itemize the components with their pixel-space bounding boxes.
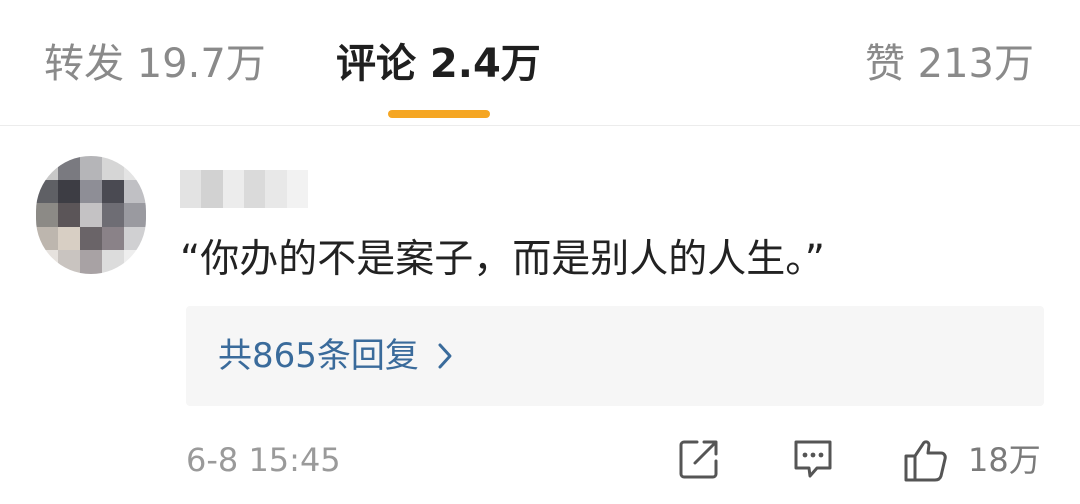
avatar[interactable] xyxy=(36,156,146,274)
reply-button[interactable] xyxy=(790,436,836,484)
avatar-pixel xyxy=(36,226,58,251)
like-count: 18万 xyxy=(968,441,1041,479)
avatar-pixel xyxy=(80,156,102,180)
avatar-pixel xyxy=(102,226,124,251)
share-button[interactable] xyxy=(676,436,722,484)
avatar-pixel xyxy=(36,179,58,204)
avatar-pixel xyxy=(58,156,80,180)
username-pixel xyxy=(243,170,266,208)
avatar-pixel xyxy=(36,203,58,227)
username-pixel xyxy=(201,170,223,208)
comment-text: “你办的不是案子，而是别人的人生。” xyxy=(180,237,825,282)
tab-bar: 转发 19.7万 评论 2.4万 赞 213万 xyxy=(0,0,1080,126)
username-pixel xyxy=(180,170,202,208)
avatar-pixel xyxy=(102,250,124,274)
replies-panel: 共865条回复 xyxy=(186,306,1044,406)
active-tab-indicator xyxy=(388,110,490,118)
avatar-pixel xyxy=(80,226,102,251)
avatar-pixel xyxy=(80,179,102,204)
avatar-pixel xyxy=(124,226,146,251)
avatar-pixel xyxy=(58,179,80,204)
comment-icon xyxy=(790,436,836,482)
redacted-username[interactable] xyxy=(180,170,308,208)
avatar-pixel xyxy=(124,250,146,274)
comment-timestamp: 6-8 15:45 xyxy=(186,441,341,479)
avatar-pixel xyxy=(36,156,58,180)
tab-likes[interactable]: 赞 213万 xyxy=(865,36,1034,92)
chevron-right-icon xyxy=(437,333,453,385)
view-replies-link[interactable]: 共865条回复 xyxy=(218,330,453,385)
avatar-pixel xyxy=(124,156,146,180)
avatar-pixel xyxy=(58,250,80,274)
avatar-pixel xyxy=(124,179,146,204)
avatar-pixel xyxy=(102,156,124,180)
tab-repost[interactable]: 转发 19.7万 xyxy=(44,36,266,92)
avatar-pixel xyxy=(58,226,80,251)
share-icon xyxy=(676,436,722,482)
avatar-pixel xyxy=(102,179,124,204)
username-pixel xyxy=(265,170,287,208)
avatar-pixel xyxy=(80,250,102,274)
avatar-pixel xyxy=(102,203,124,227)
avatar-pixel xyxy=(80,203,102,227)
replies-label: 共865条回复 xyxy=(218,336,419,376)
avatar-pixel xyxy=(36,250,58,274)
username-pixel xyxy=(286,170,308,208)
like-button[interactable]: 18万 xyxy=(902,436,1041,484)
avatar-pixel xyxy=(58,203,80,227)
avatar-pixel xyxy=(124,203,146,227)
thumbs-up-icon xyxy=(902,436,950,484)
tab-comments[interactable]: 评论 2.4万 xyxy=(336,36,541,92)
username-pixel xyxy=(222,170,244,208)
